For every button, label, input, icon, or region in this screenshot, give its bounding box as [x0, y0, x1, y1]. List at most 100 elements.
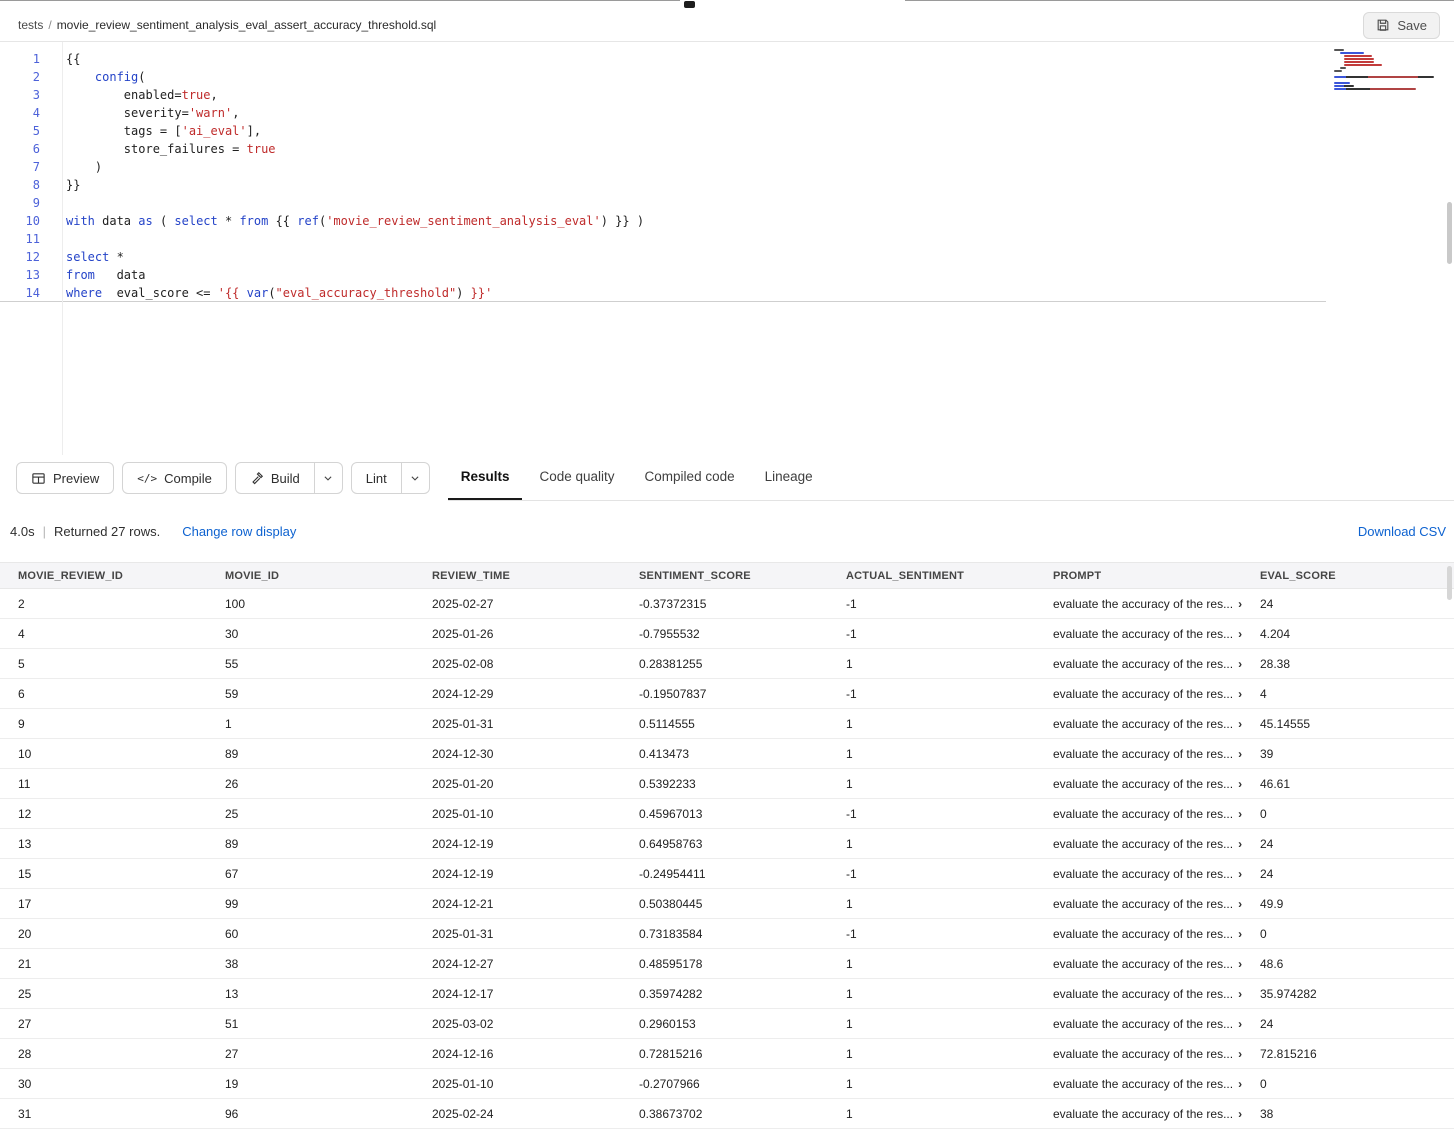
code-text: with data as ( select * from {{ ref('mov… [66, 212, 644, 230]
column-header[interactable]: MOVIE_REVIEW_ID [18, 570, 225, 582]
expand-prompt-icon[interactable]: › [1238, 868, 1242, 880]
table-row[interactable]: 21382024-12-270.485951781evaluate the ac… [0, 949, 1454, 979]
column-header[interactable]: EVAL_SCORE [1260, 570, 1454, 582]
expand-prompt-icon[interactable]: › [1238, 988, 1242, 1000]
code-line[interactable]: 6 store_failures = true [0, 140, 1454, 158]
table-row[interactable]: 10892024-12-300.4134731evaluate the accu… [0, 739, 1454, 769]
expand-prompt-icon[interactable]: › [1238, 898, 1242, 910]
table-row[interactable]: 27512025-03-020.29601531evaluate the acc… [0, 1009, 1454, 1039]
column-header[interactable]: ACTUAL_SENTIMENT [846, 570, 1053, 582]
column-header[interactable]: PROMPT [1053, 570, 1260, 582]
code-editor[interactable]: 1{{2 config(3 enabled=true,4 severity='w… [0, 42, 1454, 455]
table-row[interactable]: 11262025-01-200.53922331evaluate the acc… [0, 769, 1454, 799]
expand-prompt-icon[interactable]: › [1238, 1018, 1242, 1030]
code-line[interactable]: 8}} [0, 176, 1454, 194]
expand-prompt-icon[interactable]: › [1238, 838, 1242, 850]
table-row[interactable]: 30192025-01-10-0.27079661evaluate the ac… [0, 1069, 1454, 1099]
table-row[interactable]: 21002025-02-27-0.37372315-1evaluate the … [0, 589, 1454, 619]
cell: 26 [225, 777, 432, 791]
breadcrumb-folder[interactable]: tests [18, 18, 43, 32]
prompt-cell: evaluate the accuracy of the res...› [1053, 687, 1260, 701]
preview-table-icon [31, 471, 46, 486]
lint-dropdown-button[interactable] [402, 462, 430, 494]
expand-prompt-icon[interactable]: › [1238, 1108, 1242, 1120]
cell: 24 [1260, 867, 1454, 881]
code-line[interactable]: 10with data as ( select * from {{ ref('m… [0, 212, 1454, 230]
code-text: select * [66, 248, 124, 266]
expand-prompt-icon[interactable]: › [1238, 1048, 1242, 1060]
download-csv-link[interactable]: Download CSV [1358, 524, 1446, 539]
code-line[interactable]: 2 config( [0, 68, 1454, 86]
expand-prompt-icon[interactable]: › [1238, 808, 1242, 820]
expand-prompt-icon[interactable]: › [1238, 748, 1242, 760]
compile-button[interactable]: </> Compile [122, 462, 227, 494]
expand-prompt-icon[interactable]: › [1238, 958, 1242, 970]
window-top-edge [0, 0, 1454, 9]
code-line[interactable]: 13from data [0, 266, 1454, 284]
cell: 2025-02-27 [432, 597, 639, 611]
tab-results[interactable]: Results [448, 455, 523, 500]
lint-button[interactable]: Lint [351, 462, 402, 494]
table-scrollbar[interactable] [1447, 566, 1452, 600]
expand-prompt-icon[interactable]: › [1238, 688, 1242, 700]
minimap[interactable] [1330, 46, 1444, 100]
tab-code-quality[interactable]: Code quality [526, 455, 627, 500]
cell: 1 [846, 747, 1053, 761]
build-button[interactable]: Build [235, 462, 315, 494]
code-line[interactable]: 11 [0, 230, 1454, 248]
table-row[interactable]: 912025-01-310.51145551evaluate the accur… [0, 709, 1454, 739]
expand-prompt-icon[interactable]: › [1238, 658, 1242, 670]
cell: 2025-03-02 [432, 1017, 639, 1031]
code-text: tags = ['ai_eval'], [66, 122, 261, 140]
code-line[interactable]: 14where eval_score <= '{{ var("eval_accu… [0, 284, 1326, 302]
cell: 5 [18, 657, 225, 671]
code-line[interactable]: 5 tags = ['ai_eval'], [0, 122, 1454, 140]
cell: 11 [18, 777, 225, 791]
expand-prompt-icon[interactable]: › [1238, 928, 1242, 940]
cell: 27 [225, 1047, 432, 1061]
table-row[interactable]: 15672024-12-19-0.24954411-1evaluate the … [0, 859, 1454, 889]
table-row[interactable]: 5552025-02-080.283812551evaluate the acc… [0, 649, 1454, 679]
cell: 0.72815216 [639, 1047, 846, 1061]
minimap-line [1344, 64, 1382, 66]
table-row[interactable]: 4302025-01-26-0.7955532-1evaluate the ac… [0, 619, 1454, 649]
change-row-display-link[interactable]: Change row display [182, 524, 296, 539]
editor-scrollbar[interactable] [1447, 202, 1452, 264]
build-dropdown-button[interactable] [315, 462, 343, 494]
table-row[interactable]: 28272024-12-160.728152161evaluate the ac… [0, 1039, 1454, 1069]
table-row[interactable]: 31962025-02-240.386737021evaluate the ac… [0, 1099, 1454, 1129]
table-row[interactable]: 20602025-01-310.73183584-1evaluate the a… [0, 919, 1454, 949]
prompt-text: evaluate the accuracy of the res... [1053, 717, 1233, 731]
tab-lineage[interactable]: Lineage [752, 455, 826, 500]
expand-prompt-icon[interactable]: › [1238, 628, 1242, 640]
cell: 28.38 [1260, 657, 1454, 671]
code-line[interactable]: 7 ) [0, 158, 1454, 176]
code-line[interactable]: 4 severity='warn', [0, 104, 1454, 122]
table-row[interactable]: 13892024-12-190.649587631evaluate the ac… [0, 829, 1454, 859]
table-row[interactable]: 17992024-12-210.503804451evaluate the ac… [0, 889, 1454, 919]
code-line[interactable]: 9 [0, 194, 1454, 212]
preview-button[interactable]: Preview [16, 462, 114, 494]
code-line[interactable]: 3 enabled=true, [0, 86, 1454, 104]
expand-prompt-icon[interactable]: › [1238, 718, 1242, 730]
cell: 28 [18, 1047, 225, 1061]
cell: 49.9 [1260, 897, 1454, 911]
table-row[interactable]: 12252025-01-100.45967013-1evaluate the a… [0, 799, 1454, 829]
expand-prompt-icon[interactable]: › [1238, 1078, 1242, 1090]
column-header[interactable]: SENTIMENT_SCORE [639, 570, 846, 582]
tab-compiled-code[interactable]: Compiled code [632, 455, 748, 500]
code-line[interactable]: 12select * [0, 248, 1454, 266]
column-header[interactable]: REVIEW_TIME [432, 570, 639, 582]
save-button[interactable]: Save [1363, 12, 1440, 39]
expand-prompt-icon[interactable]: › [1238, 778, 1242, 790]
cell: 30 [18, 1077, 225, 1091]
line-number: 3 [0, 86, 40, 104]
table-row[interactable]: 25132024-12-170.359742821evaluate the ac… [0, 979, 1454, 1009]
code-line[interactable]: 1{{ [0, 50, 1454, 68]
cell: 2025-01-10 [432, 1077, 639, 1091]
column-header[interactable]: MOVIE_ID [225, 570, 432, 582]
code-text: }} [66, 176, 80, 194]
table-row[interactable]: 6592024-12-29-0.19507837-1evaluate the a… [0, 679, 1454, 709]
cell: 1 [846, 837, 1053, 851]
expand-prompt-icon[interactable]: › [1238, 598, 1242, 610]
